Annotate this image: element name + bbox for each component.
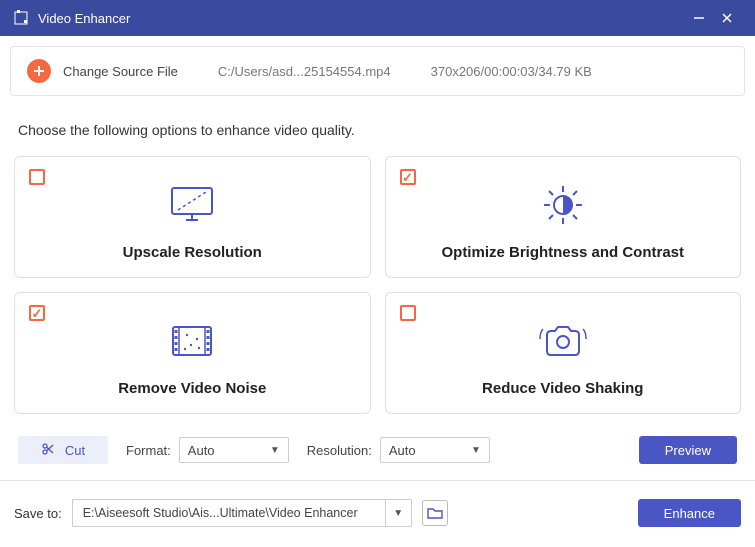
resolution-select-group: Resolution: Auto ▼ [307,437,490,463]
film-icon [167,293,217,380]
app-icon [14,10,30,26]
format-select-group: Format: Auto ▼ [126,437,289,463]
save-to-label: Save to: [14,506,62,521]
monitor-icon [168,157,216,244]
cut-label: Cut [65,443,85,458]
minimize-button[interactable] [685,0,713,36]
camera-icon [537,293,589,380]
titlebar: Video Enhancer [0,0,755,36]
cut-button[interactable]: Cut [18,436,108,464]
card-label: Optimize Brightness and Contrast [441,244,684,261]
card-label: Remove Video Noise [118,380,266,397]
source-bar: Change Source File C:/Users/asd...251545… [10,46,745,96]
checkbox-shaking[interactable] [400,305,416,321]
enhance-button[interactable]: Enhance [638,499,741,527]
card-label: Upscale Resolution [123,244,262,261]
change-source-label[interactable]: Change Source File [63,64,178,79]
instruction-text: Choose the following options to enhance … [10,114,745,156]
resolution-value: Auto [389,443,416,458]
card-remove-noise[interactable]: Remove Video Noise [14,292,371,414]
save-path-dropdown[interactable]: ▼ [385,500,411,526]
card-label: Reduce Video Shaking [482,380,643,397]
content-area: Change Source File C:/Users/asd...251545… [0,36,755,480]
window-title: Video Enhancer [38,11,685,26]
source-path: C:/Users/asd...25154554.mp4 [218,64,391,79]
save-path-text: E:\Aiseesoft Studio\Ais...Ultimate\Video… [73,506,385,520]
chevron-down-icon: ▼ [270,445,280,456]
chevron-down-icon: ▼ [471,445,481,456]
format-label: Format: [126,443,171,458]
preview-button[interactable]: Preview [639,436,737,464]
controls-row: Cut Format: Auto ▼ Resolution: Auto ▼ Pr… [10,414,745,480]
save-path-box[interactable]: E:\Aiseesoft Studio\Ais...Ultimate\Video… [72,499,412,527]
card-optimize-brightness[interactable]: Optimize Brightness and Contrast [385,156,742,278]
sun-icon [538,157,588,244]
source-meta: 370x206/00:00:03/34.79 KB [431,64,592,79]
checkbox-brightness[interactable] [400,169,416,185]
options-grid: Upscale Resolution Optimize Brightness a… [10,156,745,414]
resolution-select[interactable]: Auto ▼ [380,437,490,463]
resolution-label: Resolution: [307,443,372,458]
checkbox-noise[interactable] [29,305,45,321]
close-button[interactable] [713,0,741,36]
footer: Save to: E:\Aiseesoft Studio\Ais...Ultim… [0,481,755,547]
format-value: Auto [188,443,215,458]
browse-folder-button[interactable] [422,500,448,526]
window: Video Enhancer Change Source File C:/Use… [0,0,755,547]
card-upscale-resolution[interactable]: Upscale Resolution [14,156,371,278]
card-reduce-shaking[interactable]: Reduce Video Shaking [385,292,742,414]
add-source-button[interactable] [27,59,51,83]
scissors-icon [41,442,55,459]
format-select[interactable]: Auto ▼ [179,437,289,463]
checkbox-upscale[interactable] [29,169,45,185]
